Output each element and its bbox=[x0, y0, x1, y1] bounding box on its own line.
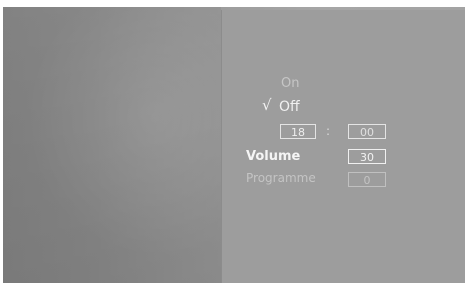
timer-settings-panel: On √ Off 18 : 00 Volume 30 Programme 0 bbox=[221, 10, 465, 283]
background-video-area bbox=[3, 7, 221, 283]
minute-field[interactable]: 00 bbox=[348, 124, 386, 139]
programme-field[interactable]: 0 bbox=[348, 172, 386, 187]
programme-label: Programme bbox=[246, 171, 316, 185]
time-separator: : bbox=[326, 124, 331, 138]
tv-screen: On √ Off 18 : 00 Volume 30 Programme 0 bbox=[3, 7, 465, 283]
hour-field[interactable]: 18 bbox=[280, 124, 316, 139]
option-on[interactable]: On bbox=[281, 77, 299, 90]
volume-field[interactable]: 30 bbox=[348, 149, 386, 164]
checkmark-icon: √ bbox=[262, 96, 272, 114]
option-off[interactable]: Off bbox=[279, 100, 300, 114]
volume-label: Volume bbox=[246, 149, 301, 164]
